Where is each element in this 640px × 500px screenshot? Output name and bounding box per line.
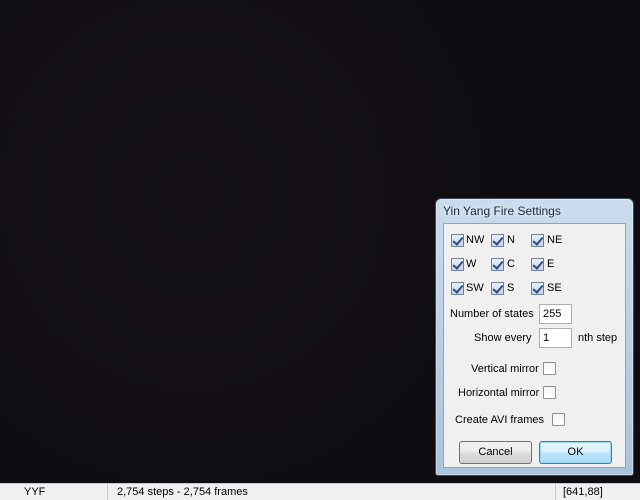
- checkbox-c[interactable]: [491, 258, 504, 271]
- checkbox-se[interactable]: [531, 282, 544, 295]
- status-rule-name: YYF: [0, 484, 108, 500]
- checkbox-n[interactable]: [491, 234, 504, 247]
- label-nw: NW: [466, 234, 485, 246]
- horizontal-mirror-label: Horizontal mirror: [458, 387, 540, 399]
- status-step-count: 2,754 steps - 2,754 frames: [108, 484, 556, 500]
- checkbox-s[interactable]: [491, 282, 504, 295]
- show-every-suffix: nth step: [578, 332, 618, 344]
- label-w: W: [466, 258, 477, 270]
- checkbox-ne[interactable]: [531, 234, 544, 247]
- dialog-title: Yin Yang Fire Settings: [443, 204, 561, 218]
- create-avi-label: Create AVI frames: [455, 414, 545, 426]
- horizontal-mirror-checkbox[interactable]: [543, 386, 556, 399]
- settings-dialog: Yin Yang Fire Settings NW N NE W C E SW …: [435, 198, 634, 476]
- label-n: N: [507, 234, 515, 246]
- num-states-label: Number of states: [450, 308, 534, 320]
- show-every-label: Show every: [474, 332, 532, 344]
- checkbox-e[interactable]: [531, 258, 544, 271]
- checkbox-nw[interactable]: [451, 234, 464, 247]
- ok-button[interactable]: OK: [539, 441, 612, 464]
- label-sw: SW: [466, 282, 484, 294]
- status-bar: YYF 2,754 steps - 2,754 frames [641,88]: [0, 483, 640, 500]
- label-c: C: [507, 258, 515, 270]
- show-every-input[interactable]: [539, 328, 572, 348]
- label-ne: NE: [547, 234, 563, 246]
- status-coordinates: [641,88]: [563, 486, 603, 498]
- vertical-mirror-label: Vertical mirror: [471, 363, 539, 375]
- create-avi-checkbox[interactable]: [552, 413, 565, 426]
- vertical-mirror-checkbox[interactable]: [543, 362, 556, 375]
- label-e: E: [547, 258, 555, 270]
- num-states-input[interactable]: [539, 304, 572, 324]
- label-s: S: [507, 282, 515, 294]
- dialog-client-area: NW N NE W C E SW S SE Number of states S…: [443, 223, 626, 468]
- checkbox-sw[interactable]: [451, 282, 464, 295]
- label-se: SE: [547, 282, 562, 294]
- checkbox-w[interactable]: [451, 258, 464, 271]
- cancel-button[interactable]: Cancel: [459, 441, 532, 464]
